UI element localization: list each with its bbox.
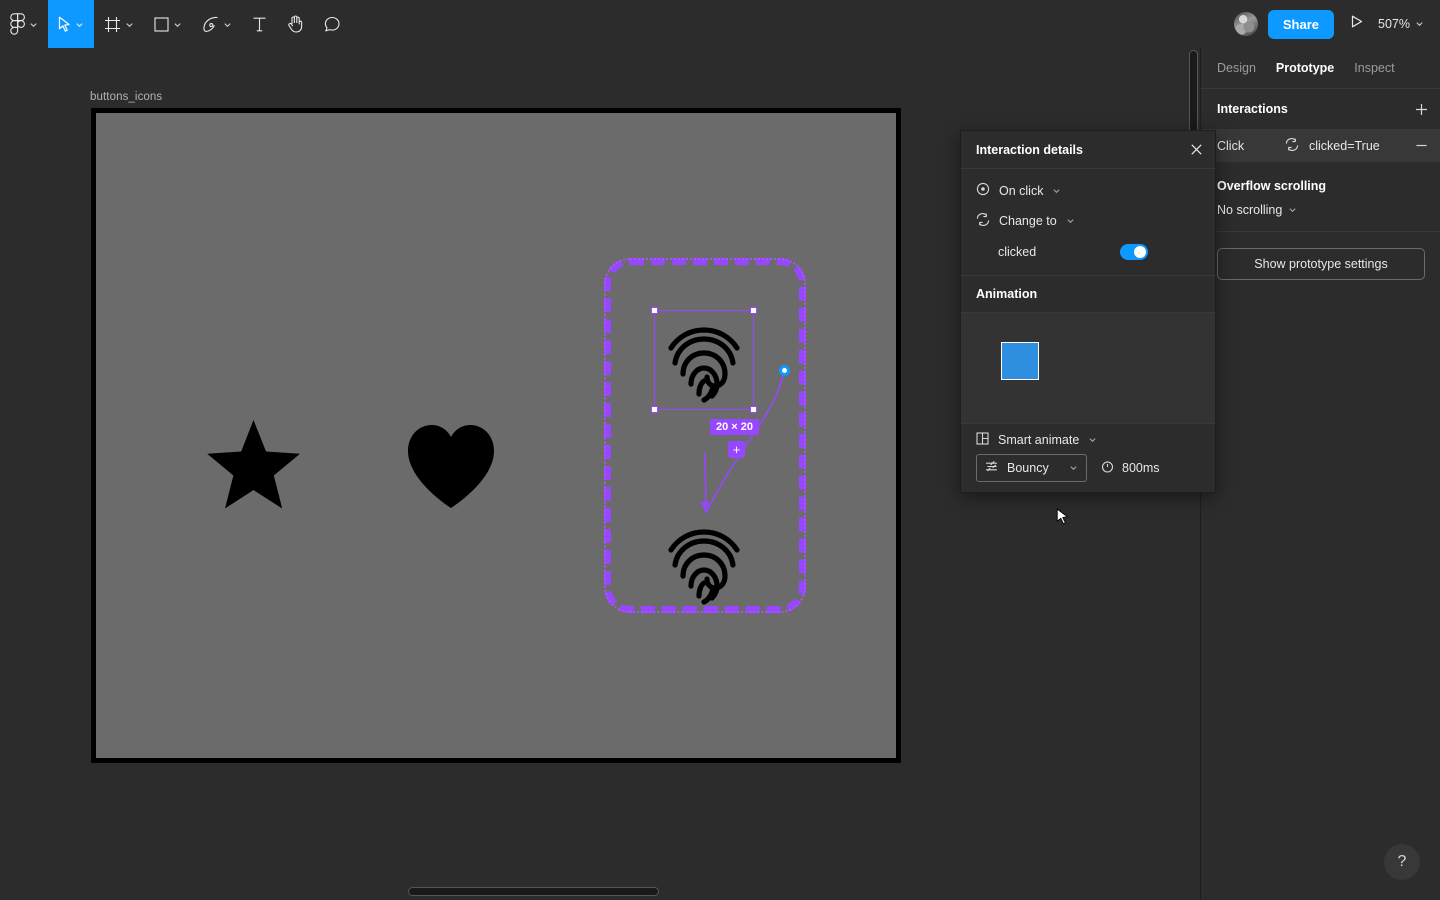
interactions-section-header: Interactions bbox=[1201, 89, 1440, 129]
resize-handle-bottom-left[interactable] bbox=[651, 406, 658, 413]
zoom-level-label: 507% bbox=[1378, 17, 1410, 31]
resize-handle-bottom-right[interactable] bbox=[750, 406, 757, 413]
chevron-down-icon bbox=[223, 20, 232, 29]
change-to-icon bbox=[1285, 137, 1299, 154]
rectangle-icon bbox=[154, 16, 169, 32]
animation-section-title: Animation bbox=[961, 275, 1215, 313]
chevron-down-icon bbox=[75, 20, 84, 29]
panel-divider bbox=[1201, 231, 1440, 232]
chevron-down-icon bbox=[1052, 184, 1061, 198]
chevron-down-icon bbox=[1069, 461, 1078, 475]
close-icon[interactable] bbox=[1190, 143, 1203, 156]
tab-prototype[interactable]: Prototype bbox=[1276, 61, 1334, 75]
change-to-icon bbox=[976, 213, 990, 229]
frame-name-label[interactable]: buttons_icons bbox=[90, 91, 162, 103]
on-click-icon bbox=[976, 182, 990, 199]
canvas-horizontal-scrollbar[interactable] bbox=[0, 886, 1200, 896]
animation-preview-square bbox=[1001, 342, 1039, 380]
move-cursor-icon bbox=[58, 16, 71, 33]
variant-property-row: clicked bbox=[961, 236, 1215, 275]
add-interaction-button[interactable] bbox=[1415, 103, 1428, 116]
interaction-destination-label: clicked=True bbox=[1309, 138, 1380, 153]
connector-start-handle[interactable] bbox=[779, 365, 790, 376]
trigger-label: On click bbox=[999, 183, 1044, 198]
animation-type-label: Smart animate bbox=[998, 433, 1080, 447]
chevron-down-icon bbox=[1288, 203, 1297, 217]
variant-property-label: clicked bbox=[998, 245, 1037, 259]
chevron-down-icon bbox=[29, 20, 38, 29]
fingerprint-icon-target[interactable] bbox=[658, 520, 750, 617]
selection-bounding-box bbox=[651, 307, 757, 413]
figma-app-window: Share 507% buttons_icons 20 × 20 + Desig… bbox=[0, 0, 1440, 900]
chevron-down-icon bbox=[1415, 17, 1424, 31]
easing-dropdown[interactable]: Bouncy bbox=[976, 454, 1087, 482]
easing-label: Bouncy bbox=[1007, 461, 1049, 475]
play-icon bbox=[1350, 14, 1364, 34]
resize-handle-top-right[interactable] bbox=[750, 307, 757, 314]
overflow-scrolling-dropdown[interactable]: No scrolling bbox=[1201, 199, 1440, 231]
selection-size-label: 20 × 20 bbox=[710, 419, 760, 435]
tab-inspect[interactable]: Inspect bbox=[1354, 61, 1394, 75]
animation-controls: Smart animate Bouncy 800ms bbox=[961, 423, 1215, 492]
easing-and-duration-row: Bouncy 800ms bbox=[976, 454, 1200, 482]
clock-icon bbox=[1101, 460, 1114, 476]
figma-menu-button[interactable] bbox=[0, 0, 48, 48]
horizontal-scrollbar-thumb[interactable] bbox=[408, 887, 659, 896]
text-icon bbox=[252, 16, 267, 33]
comment-icon bbox=[324, 16, 341, 33]
pen-icon bbox=[202, 16, 219, 33]
pen-tool-button[interactable] bbox=[192, 0, 242, 48]
interactions-title: Interactions bbox=[1217, 102, 1288, 116]
overflow-scrolling-value: No scrolling bbox=[1217, 203, 1283, 217]
chevron-down-icon bbox=[1088, 433, 1097, 447]
smart-animate-icon bbox=[976, 432, 989, 448]
hand-icon bbox=[287, 15, 304, 33]
trigger-dropdown[interactable]: On click bbox=[961, 169, 1215, 206]
share-button[interactable]: Share bbox=[1267, 9, 1335, 39]
variant-toggle-switch[interactable] bbox=[1120, 244, 1148, 260]
action-dropdown[interactable]: Change to bbox=[961, 206, 1215, 236]
figma-logo-icon bbox=[10, 13, 25, 35]
right-panel: Design Prototype Inspect Interactions Cl… bbox=[1200, 48, 1440, 900]
tab-design[interactable]: Design bbox=[1217, 61, 1256, 75]
chevron-down-icon bbox=[173, 20, 182, 29]
add-interaction-node[interactable]: + bbox=[728, 441, 745, 458]
duration-field[interactable]: 800ms bbox=[1087, 460, 1160, 476]
mouse-cursor bbox=[1056, 508, 1070, 532]
interaction-details-popup: Interaction details On click Change to c… bbox=[960, 130, 1216, 493]
text-tool-button[interactable] bbox=[242, 0, 277, 48]
toggle-knob bbox=[1134, 246, 1146, 258]
avatar[interactable] bbox=[1233, 12, 1258, 36]
interaction-trigger-label: Click bbox=[1217, 138, 1245, 153]
chevron-down-icon bbox=[125, 20, 134, 29]
action-label: Change to bbox=[999, 214, 1057, 228]
move-tool-button[interactable] bbox=[48, 0, 94, 48]
help-button[interactable]: ? bbox=[1384, 844, 1420, 880]
overflow-scrolling-title: Overflow scrolling bbox=[1217, 179, 1327, 193]
panel-tabs: Design Prototype Inspect bbox=[1201, 48, 1440, 89]
popup-header: Interaction details bbox=[961, 131, 1215, 169]
popup-title: Interaction details bbox=[976, 142, 1083, 157]
show-prototype-settings-button[interactable]: Show prototype settings bbox=[1217, 248, 1425, 280]
shape-tool-button[interactable] bbox=[144, 0, 192, 48]
heart-shape[interactable] bbox=[406, 423, 496, 514]
frame-tool-button[interactable] bbox=[94, 0, 144, 48]
frame-icon bbox=[104, 16, 121, 33]
easing-icon bbox=[985, 460, 998, 476]
star-shape[interactable] bbox=[206, 418, 301, 515]
remove-interaction-button[interactable] bbox=[1415, 139, 1428, 152]
chevron-down-icon bbox=[1066, 214, 1075, 228]
zoom-control[interactable]: 507% bbox=[1378, 17, 1440, 31]
hand-tool-button[interactable] bbox=[277, 0, 314, 48]
duration-label: 800ms bbox=[1122, 461, 1160, 475]
frame-buttons-icons[interactable]: 20 × 20 + bbox=[91, 108, 901, 763]
comment-tool-button[interactable] bbox=[314, 0, 351, 48]
animation-preview-stage[interactable] bbox=[961, 313, 1215, 423]
present-button[interactable] bbox=[1334, 0, 1378, 48]
interaction-row[interactable]: Click clicked=True bbox=[1201, 129, 1440, 163]
animation-type-dropdown[interactable]: Smart animate bbox=[976, 432, 1200, 448]
top-toolbar: Share 507% bbox=[0, 0, 1440, 48]
resize-handle-top-left[interactable] bbox=[651, 307, 658, 314]
